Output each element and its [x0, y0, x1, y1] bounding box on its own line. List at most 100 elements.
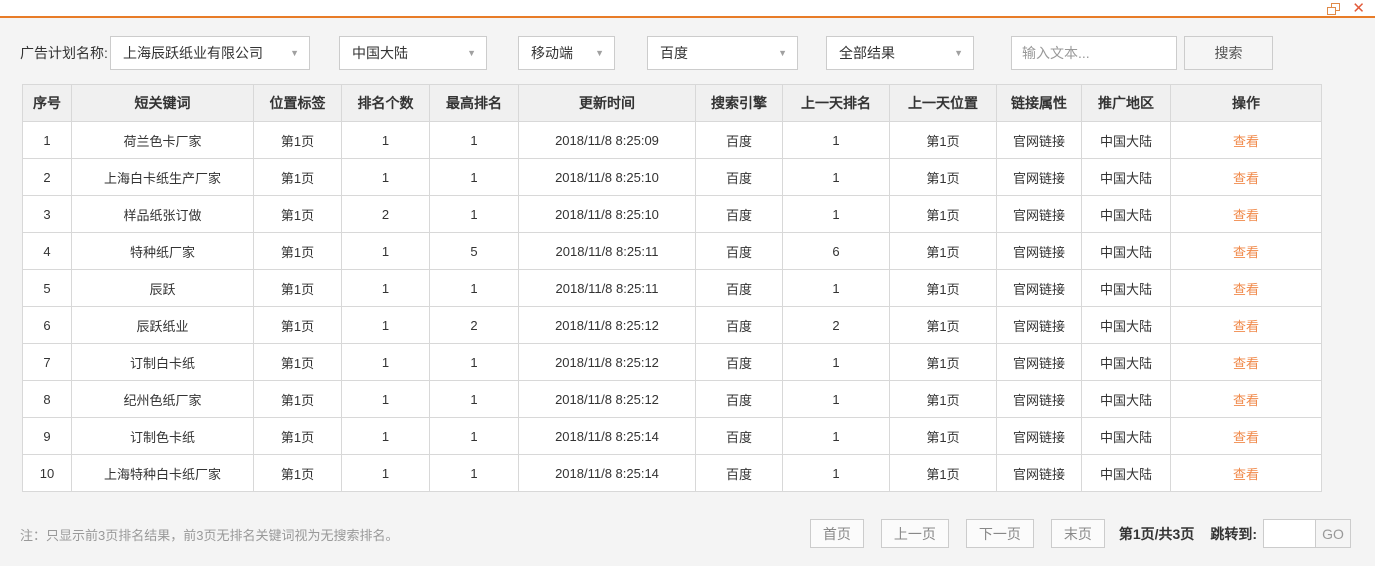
restore-window-icon[interactable]: [1327, 2, 1341, 15]
jump-to-input[interactable]: [1263, 519, 1316, 548]
region-dropdown[interactable]: 中国大陆 ▼: [339, 36, 487, 70]
cell-index: 3: [22, 195, 72, 233]
campaign-dropdown-value: 上海辰跃纸业有限公司: [123, 45, 263, 61]
result-type-dropdown-value: 全部结果: [839, 45, 895, 61]
cell-link-attr: 官网链接: [996, 158, 1082, 196]
cell-action: 查看: [1170, 158, 1322, 196]
cell-search-engine: 百度: [695, 306, 783, 344]
view-link[interactable]: 查看: [1233, 245, 1259, 260]
cell-position-tag: 第1页: [253, 380, 342, 418]
view-link[interactable]: 查看: [1233, 393, 1259, 408]
col-promo-region: 推广地区: [1081, 84, 1171, 122]
device-dropdown-value: 移动端: [531, 45, 573, 61]
result-type-dropdown[interactable]: 全部结果 ▼: [826, 36, 974, 70]
cell-action: 查看: [1170, 380, 1322, 418]
cell-promo-region: 中国大陆: [1081, 343, 1171, 381]
col-prev-day-rank: 上一天排名: [782, 84, 890, 122]
cell-index: 5: [22, 269, 72, 307]
cell-update-time: 2018/11/8 8:25:14: [518, 417, 696, 455]
chevron-down-icon: ▼: [954, 48, 963, 58]
cell-search-engine: 百度: [695, 269, 783, 307]
view-link[interactable]: 查看: [1233, 319, 1259, 334]
cell-rank-count: 1: [341, 269, 430, 307]
cell-action: 查看: [1170, 121, 1322, 159]
cell-prev-day-position: 第1页: [889, 306, 997, 344]
view-link[interactable]: 查看: [1233, 282, 1259, 297]
cell-action: 查看: [1170, 306, 1322, 344]
cell-update-time: 2018/11/8 8:25:11: [518, 269, 696, 307]
region-dropdown-value: 中国大陆: [352, 45, 408, 61]
table-row: 5 辰跃 第1页 1 1 2018/11/8 8:25:11 百度 1 第1页 …: [22, 269, 1322, 307]
cell-keyword: 特种纸厂家: [71, 232, 254, 270]
table-row: 2 上海白卡纸生产厂家 第1页 1 1 2018/11/8 8:25:10 百度…: [22, 158, 1322, 196]
engine-dropdown-value: 百度: [660, 45, 688, 61]
cell-search-engine: 百度: [695, 121, 783, 159]
cell-search-engine: 百度: [695, 417, 783, 455]
cell-action: 查看: [1170, 454, 1322, 492]
cell-promo-region: 中国大陆: [1081, 269, 1171, 307]
cell-keyword: 辰跃: [71, 269, 254, 307]
cell-link-attr: 官网链接: [996, 417, 1082, 455]
cell-prev-day-position: 第1页: [889, 454, 997, 492]
device-dropdown[interactable]: 移动端 ▼: [518, 36, 615, 70]
cell-rank-count: 1: [341, 121, 430, 159]
cell-link-attr: 官网链接: [996, 121, 1082, 159]
col-prev-day-position: 上一天位置: [889, 84, 997, 122]
cell-top-rank: 2: [429, 306, 519, 344]
cell-position-tag: 第1页: [253, 195, 342, 233]
prev-page-button[interactable]: 上一页: [880, 519, 949, 548]
chevron-down-icon: ▼: [467, 48, 476, 58]
cell-prev-day-rank: 1: [782, 417, 890, 455]
cell-keyword: 辰跃纸业: [71, 306, 254, 344]
cell-link-attr: 官网链接: [996, 306, 1082, 344]
view-link[interactable]: 查看: [1233, 467, 1259, 482]
cell-top-rank: 1: [429, 417, 519, 455]
cell-index: 8: [22, 380, 72, 418]
table-row: 9 订制色卡纸 第1页 1 1 2018/11/8 8:25:14 百度 1 第…: [22, 417, 1322, 455]
cell-position-tag: 第1页: [253, 454, 342, 492]
view-link[interactable]: 查看: [1233, 134, 1259, 149]
col-action: 操作: [1170, 84, 1322, 122]
view-link[interactable]: 查看: [1233, 430, 1259, 445]
cell-update-time: 2018/11/8 8:25:12: [518, 306, 696, 344]
engine-dropdown[interactable]: 百度 ▼: [647, 36, 798, 70]
cell-action: 查看: [1170, 232, 1322, 270]
keyword-rank-table: 序号 短关键词 位置标签 排名个数 最高排名 更新时间 搜索引擎 上一天排名 上…: [22, 84, 1322, 492]
col-link-attr: 链接属性: [996, 84, 1082, 122]
close-icon[interactable]: ✕: [1352, 1, 1365, 16]
cell-search-engine: 百度: [695, 343, 783, 381]
cell-action: 查看: [1170, 343, 1322, 381]
cell-keyword: 荷兰色卡厂家: [71, 121, 254, 159]
cell-search-engine: 百度: [695, 158, 783, 196]
cell-position-tag: 第1页: [253, 232, 342, 270]
cell-update-time: 2018/11/8 8:25:10: [518, 195, 696, 233]
search-button[interactable]: 搜索: [1184, 36, 1273, 70]
cell-index: 7: [22, 343, 72, 381]
cell-link-attr: 官网链接: [996, 195, 1082, 233]
pagination: 首页 上一页 下一页 末页 第1页/共3页 跳转到: GO: [809, 519, 1351, 548]
first-page-button[interactable]: 首页: [809, 519, 864, 548]
view-link[interactable]: 查看: [1233, 356, 1259, 371]
cell-top-rank: 1: [429, 195, 519, 233]
next-page-button[interactable]: 下一页: [965, 519, 1034, 548]
table-row: 3 样品纸张订做 第1页 2 1 2018/11/8 8:25:10 百度 1 …: [22, 195, 1322, 233]
cell-prev-day-rank: 1: [782, 343, 890, 381]
view-link[interactable]: 查看: [1233, 171, 1259, 186]
campaign-dropdown[interactable]: 上海辰跃纸业有限公司 ▼: [110, 36, 310, 70]
col-search-engine: 搜索引擎: [695, 84, 783, 122]
view-link[interactable]: 查看: [1233, 208, 1259, 223]
col-position-tag: 位置标签: [253, 84, 342, 122]
cell-index: 4: [22, 232, 72, 270]
cell-keyword: 上海白卡纸生产厂家: [71, 158, 254, 196]
cell-index: 9: [22, 417, 72, 455]
cell-update-time: 2018/11/8 8:25:12: [518, 380, 696, 418]
cell-index: 2: [22, 158, 72, 196]
search-input[interactable]: [1011, 36, 1177, 70]
cell-keyword: 订制白卡纸: [71, 343, 254, 381]
cell-rank-count: 1: [341, 380, 430, 418]
cell-action: 查看: [1170, 269, 1322, 307]
go-button[interactable]: GO: [1315, 519, 1351, 548]
last-page-button[interactable]: 末页: [1050, 519, 1105, 548]
cell-keyword: 订制色卡纸: [71, 417, 254, 455]
cell-promo-region: 中国大陆: [1081, 454, 1171, 492]
